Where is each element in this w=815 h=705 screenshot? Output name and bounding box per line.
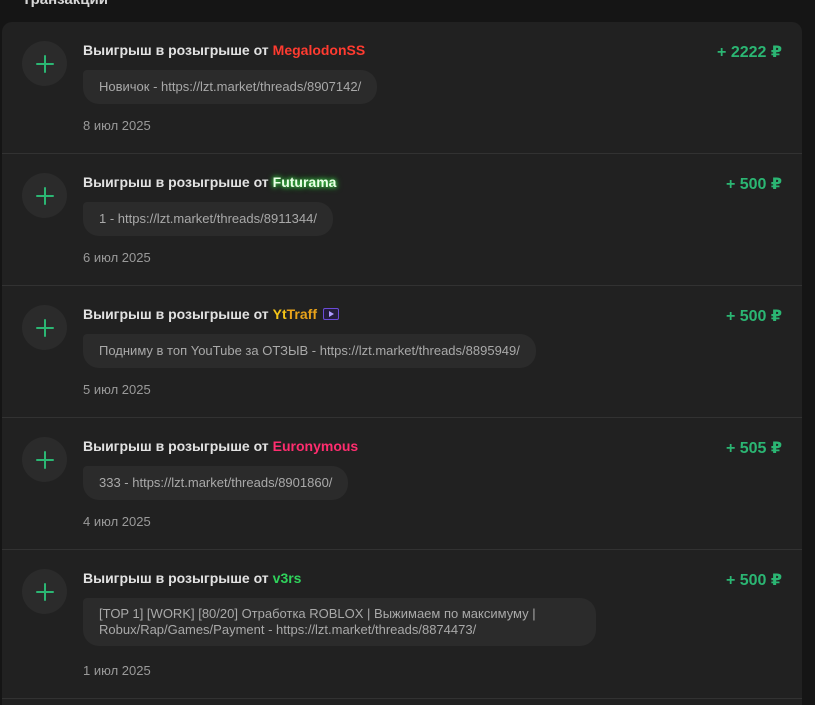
comment-bubble: Новичок - https://lzt.market/threads/890… <box>83 70 378 104</box>
transaction-item: Выигрыш в розыгрыше от Euronymous + 505 … <box>2 418 802 550</box>
title-prefix: Выигрыш в розыгрыше от <box>83 42 269 58</box>
transaction-item: Выигрыш в розыгрыше от MegalodonSS + 222… <box>2 22 802 154</box>
plus-icon <box>22 437 67 482</box>
page: Транзакции Выигрыш в розыгрыше от Megalo… <box>0 0 815 705</box>
title-prefix: Выигрыш в розыгрыше от <box>83 174 269 190</box>
plus-icon <box>22 41 67 86</box>
transaction-item: Выигрыш в розыгрыше от YtTraff + 500 ₽ П… <box>2 286 802 418</box>
title-prefix: Выигрыш в розыгрыше от <box>83 306 269 322</box>
transaction-date: 1 июл 2025 <box>83 663 151 678</box>
transaction-date: 4 июл 2025 <box>83 514 151 529</box>
transactions-list: Выигрыш в розыгрыше от MegalodonSS + 222… <box>2 22 802 705</box>
transaction-item: Выигрыш в розыгрыше от Futurama + 500 ₽ … <box>2 154 802 286</box>
transaction-item: Выигрыш в розыгрыше от v3rs + 500 ₽ [TOP… <box>2 550 802 699</box>
comment-bubble: 333 - https://lzt.market/threads/8901860… <box>83 466 349 500</box>
section-heading: Транзакции <box>22 0 108 8</box>
username-part: Traff <box>286 306 317 322</box>
amount: + 505 ₽ <box>725 440 782 457</box>
amount: + 500 ₽ <box>725 572 782 589</box>
amount: + 500 ₽ <box>725 176 782 193</box>
transaction-date: 5 июл 2025 <box>83 382 151 397</box>
comment-bubble: Подниму в топ YouTube за ОТЗЫВ - https:/… <box>83 334 536 368</box>
transaction-date: 8 июл 2025 <box>83 118 151 133</box>
video-badge-icon <box>323 308 339 320</box>
top-strip: Транзакции <box>0 0 815 22</box>
username-part: Yt <box>272 306 287 322</box>
transaction-date: 6 июл 2025 <box>83 250 151 265</box>
transaction-title: Выигрыш в розыгрыше от MegalodonSS <box>83 42 365 58</box>
amount: + 500 ₽ <box>725 308 782 325</box>
comment-bubble: 1 - https://lzt.market/threads/8911344/ <box>83 202 333 236</box>
username-link[interactable]: Euronymous <box>273 438 359 454</box>
plus-icon <box>22 569 67 614</box>
transaction-title: Выигрыш в розыгрыше от YtTraff <box>83 306 339 322</box>
username-link[interactable]: MegalodonSS <box>273 42 366 58</box>
transaction-title: Выигрыш в розыгрыше от Euronymous <box>83 438 358 454</box>
amount: + 2222 ₽ <box>717 44 782 61</box>
transaction-title: Выигрыш в розыгрыше от Futurama <box>83 174 336 190</box>
comment-bubble: [TOP 1] [WORK] [80/20] Отработка ROBLOX … <box>83 598 596 646</box>
username-link[interactable]: v3rs <box>273 570 302 586</box>
title-prefix: Выигрыш в розыгрыше от <box>83 570 269 586</box>
username-link[interactable]: YtTraff <box>273 306 317 322</box>
transaction-title: Выигрыш в розыгрыше от v3rs <box>83 570 301 586</box>
plus-icon <box>22 305 67 350</box>
username-link[interactable]: Futurama <box>273 174 337 190</box>
title-prefix: Выигрыш в розыгрыше от <box>83 438 269 454</box>
plus-icon <box>22 173 67 218</box>
